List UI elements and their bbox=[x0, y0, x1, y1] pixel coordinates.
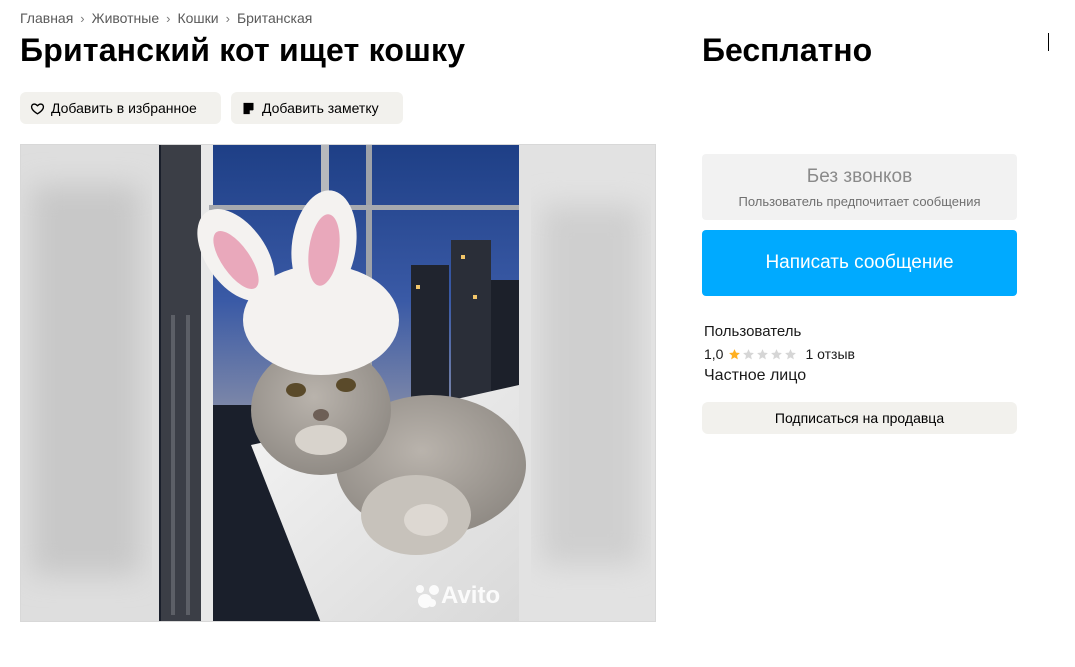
subscribe-seller-button[interactable]: Подписаться на продавца bbox=[702, 402, 1017, 434]
watermark-text: Avito bbox=[441, 582, 501, 609]
listing-price: Бесплатно bbox=[702, 32, 873, 68]
reviews-count[interactable]: 1 отзыв bbox=[805, 346, 855, 362]
breadcrumb-item-animals[interactable]: Животные bbox=[92, 10, 160, 26]
rating-stars bbox=[728, 348, 797, 361]
listing-photo bbox=[21, 145, 655, 621]
breadcrumb-item-home[interactable]: Главная bbox=[20, 10, 73, 26]
breadcrumb: Главная › Животные › Кошки › Британская bbox=[20, 10, 312, 26]
chevron-right-icon: › bbox=[166, 10, 171, 26]
photo-gallery[interactable]: Avito bbox=[20, 144, 656, 622]
star-icon bbox=[785, 348, 797, 359]
rating-value: 1,0 bbox=[704, 346, 724, 362]
seller-type: Частное лицо bbox=[704, 367, 807, 384]
star-icon bbox=[771, 348, 783, 359]
add-to-favorites-button[interactable]: Добавить в избранное bbox=[20, 92, 221, 124]
no-calls-notice: Без звонков Пользователь предпочитает со… bbox=[702, 154, 1017, 220]
seller-name[interactable]: Пользователь bbox=[704, 323, 801, 340]
listing-title: Британский кот ищет кошку bbox=[20, 32, 466, 68]
write-message-button[interactable]: Написать сообщение bbox=[702, 230, 1017, 296]
breadcrumb-item-cats[interactable]: Кошки bbox=[177, 10, 218, 26]
note-icon bbox=[243, 102, 254, 114]
star-icon bbox=[729, 348, 741, 359]
breadcrumb-item-british[interactable]: Британская bbox=[237, 10, 312, 26]
no-calls-title: Без звонков bbox=[806, 166, 913, 187]
chevron-right-icon: › bbox=[225, 10, 230, 26]
add-to-favorites-label: Добавить в избранное bbox=[51, 100, 197, 116]
add-note-button[interactable]: Добавить заметку bbox=[231, 92, 403, 124]
add-note-label: Добавить заметку bbox=[262, 100, 379, 116]
heart-icon bbox=[30, 102, 45, 114]
star-icon bbox=[743, 348, 755, 359]
chevron-right-icon: › bbox=[80, 10, 85, 26]
no-calls-subtitle: Пользователь предпочитает сообщения bbox=[738, 194, 981, 209]
star-icon bbox=[757, 348, 769, 359]
seller-rating[interactable]: 1,0 1 отзыв bbox=[704, 346, 855, 362]
text-cursor bbox=[1048, 33, 1049, 51]
